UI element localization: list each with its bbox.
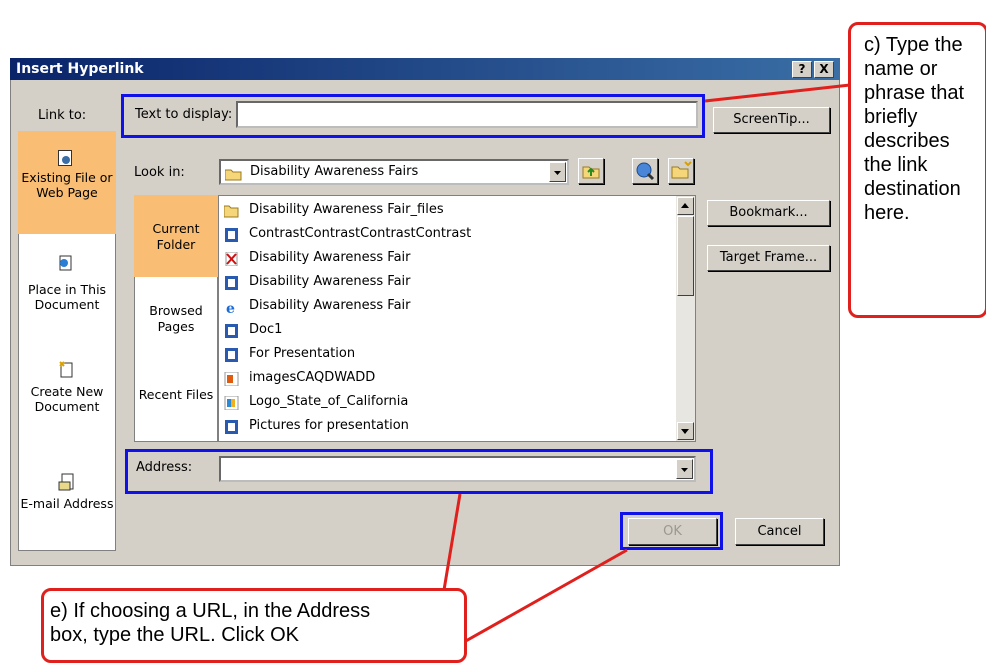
ok-connector [463, 548, 628, 644]
address-connector [441, 493, 462, 597]
text-display-connector [704, 83, 851, 103]
address-callout: e) If choosing a URL, in the Address box… [41, 588, 467, 663]
callout-connectors [441, 83, 851, 644]
text-display-callout: c) Type the name or phrase that briefly … [848, 22, 986, 318]
